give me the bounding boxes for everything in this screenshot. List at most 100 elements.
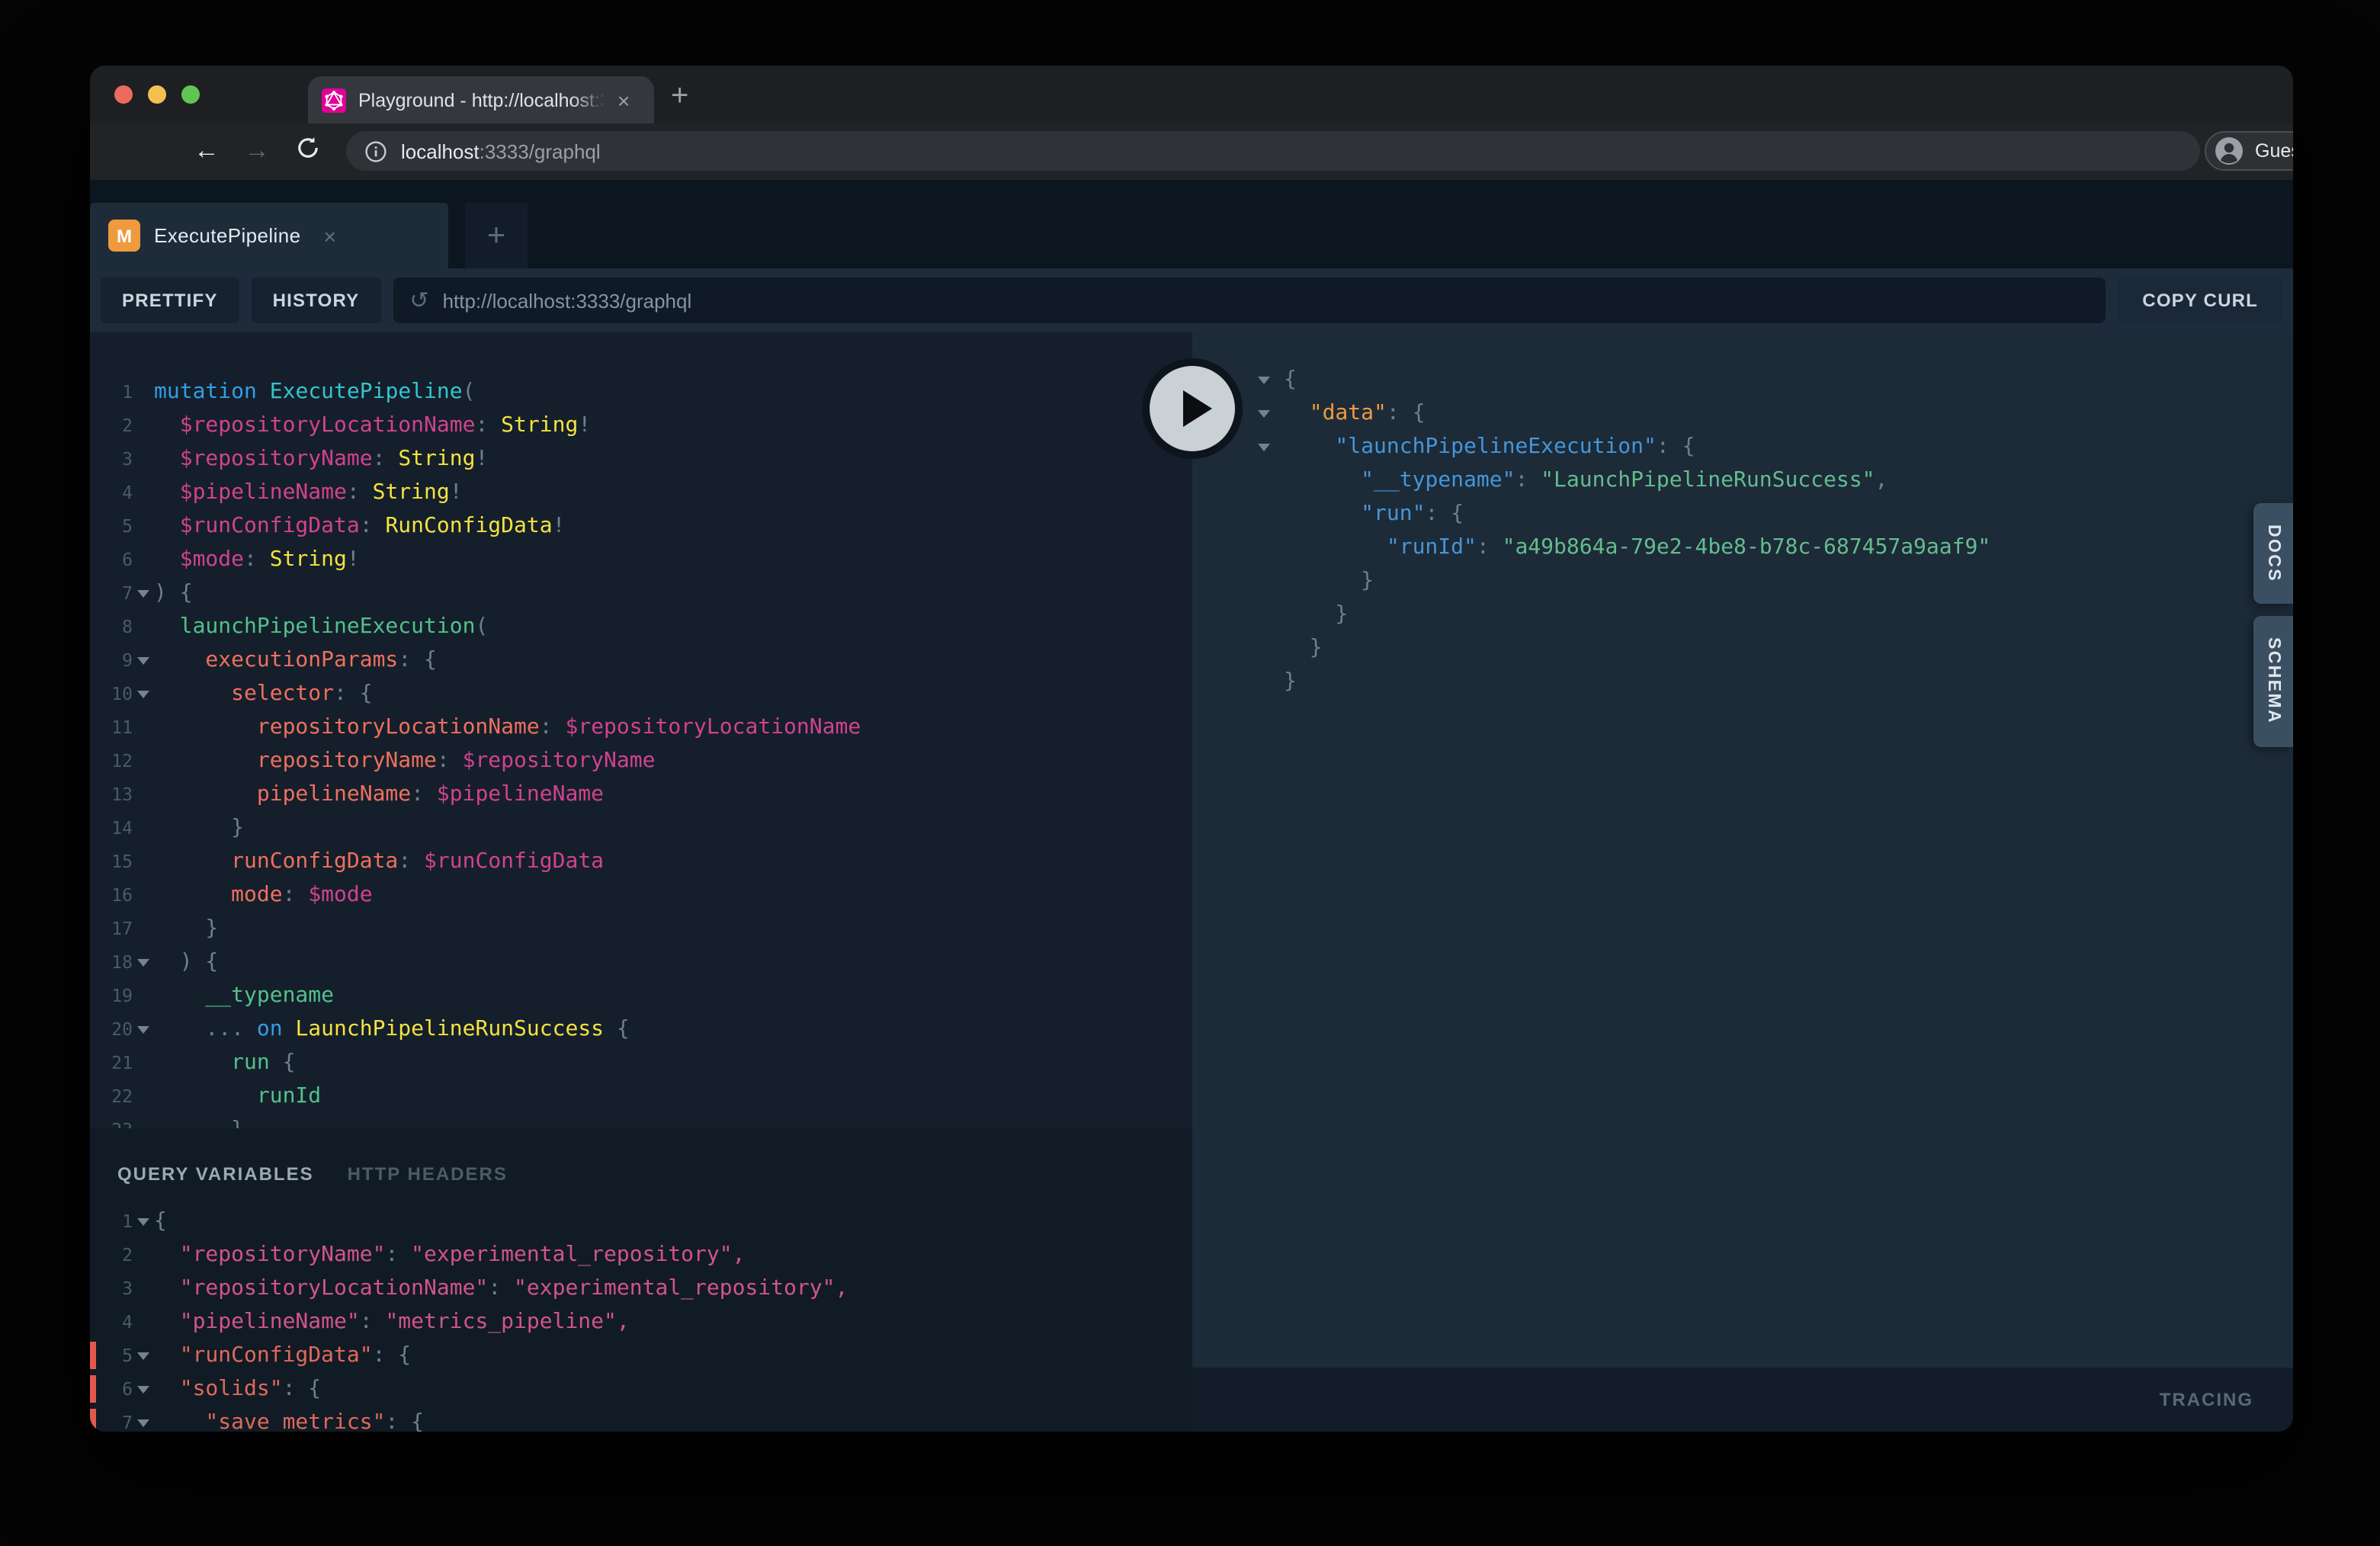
fold-arrow-icon[interactable] — [133, 1339, 154, 1372]
code-line[interactable]: 6 "solids": { — [102, 1372, 1192, 1406]
history-button[interactable]: HISTORY — [252, 277, 381, 323]
code-line[interactable]: 11 repositoryLocationName: $repositoryLo… — [102, 710, 1192, 744]
code-line[interactable]: 4 $pipelineName: String! — [102, 476, 1192, 509]
browser-new-tab-button[interactable]: + — [671, 79, 688, 114]
code-line[interactable]: 17 } — [102, 912, 1192, 945]
code-text: mode: $mode — [154, 878, 373, 912]
code-text: "solids": { — [154, 1372, 321, 1406]
code-line[interactable]: 12 repositoryName: $repositoryName — [102, 744, 1192, 778]
code-line[interactable]: 19 __typename — [102, 979, 1192, 1012]
browser-tab[interactable]: Playground - http://localhost:3 × — [308, 76, 654, 123]
endpoint-input[interactable]: ↺ http://localhost:3333/graphql — [393, 277, 2106, 323]
line-number: 21 — [102, 1046, 133, 1079]
back-icon[interactable]: ← — [194, 137, 220, 163]
playground-new-tab-button[interactable]: + — [465, 203, 528, 268]
code-line[interactable]: 2 "repositoryName": "experimental_reposi… — [102, 1238, 1192, 1272]
code-line[interactable]: 3 $repositoryName: String! — [102, 442, 1192, 476]
fold-arrow-icon[interactable] — [1253, 430, 1284, 463]
line-number: 16 — [102, 878, 133, 912]
line-number: 22 — [102, 1079, 133, 1113]
code-line[interactable]: 15 runConfigData: $runConfigData — [102, 845, 1192, 878]
code-line[interactable]: 22 runId — [102, 1079, 1192, 1113]
playground-tab-close-icon[interactable]: × — [323, 223, 335, 248]
schema-side-tab[interactable]: SCHEMA — [2253, 616, 2293, 747]
code-line[interactable]: 23 } — [102, 1113, 1192, 1128]
tab-query-variables[interactable]: QUERY VARIABLES — [117, 1163, 314, 1185]
fold-arrow-icon[interactable] — [133, 945, 154, 979]
reload-schema-icon[interactable]: ↺ — [409, 287, 428, 314]
code-line[interactable]: 7) { — [102, 576, 1192, 610]
fold-gutter — [133, 778, 154, 811]
code-line[interactable]: 8 launchPipelineExecution( — [102, 610, 1192, 643]
fold-arrow-icon[interactable] — [133, 677, 154, 710]
line-number: 12 — [102, 744, 133, 778]
code-text: $mode: String! — [154, 543, 360, 576]
line-number: 3 — [102, 1272, 133, 1305]
site-info-icon[interactable] — [364, 140, 387, 162]
url-bar[interactable]: localhost:3333/graphql — [346, 131, 2200, 171]
code-line[interactable]: 13 pipelineName: $pipelineName — [102, 778, 1192, 811]
tracing-bar[interactable]: TRACING — [1192, 1368, 2293, 1432]
docs-side-tab[interactable]: DOCS — [2253, 503, 2293, 604]
code-line[interactable]: 9 executionParams: { — [102, 643, 1192, 677]
fold-arrow-icon[interactable] — [1253, 396, 1284, 430]
code-line[interactable]: 2 $repositoryLocationName: String! — [102, 409, 1192, 442]
code-line[interactable]: 5 $runConfigData: RunConfigData! — [102, 509, 1192, 543]
url-text: localhost:3333/graphql — [401, 140, 601, 162]
code-line[interactable]: 6 $mode: String! — [102, 543, 1192, 576]
code-line: "__typename": "LaunchPipelineRunSuccess"… — [1253, 463, 2293, 497]
fold-arrow-icon[interactable] — [133, 576, 154, 610]
line-number: 7 — [102, 576, 133, 610]
code-text: repositoryLocationName: $repositoryLocat… — [154, 710, 861, 744]
code-text: "repositoryName": "experimental_reposito… — [154, 1238, 745, 1272]
code-text: launchPipelineExecution( — [154, 610, 488, 643]
code-line[interactable]: 21 run { — [102, 1046, 1192, 1079]
code-line[interactable]: 18 ) { — [102, 945, 1192, 979]
playground-tab-title: ExecutePipeline — [154, 224, 300, 247]
line-number: 23 — [102, 1113, 133, 1128]
code-text: "repositoryLocationName": "experimental_… — [154, 1272, 848, 1305]
line-number: 3 — [102, 442, 133, 476]
line-number: 8 — [102, 610, 133, 643]
fold-gutter — [133, 543, 154, 576]
line-number: 9 — [102, 643, 133, 677]
code-text: mutation ExecutePipeline( — [154, 375, 476, 409]
profile-button[interactable]: Guest — [2205, 131, 2293, 171]
code-text: "pipelineName": "metrics_pipeline", — [154, 1305, 630, 1339]
fold-arrow-icon[interactable] — [133, 1204, 154, 1238]
fold-arrow-icon[interactable] — [133, 1372, 154, 1406]
playground-tab-executepipeline[interactable]: M ExecutePipeline × — [90, 203, 448, 268]
code-line[interactable]: 3 "repositoryLocationName": "experimenta… — [102, 1272, 1192, 1305]
fold-arrow-icon[interactable] — [133, 1406, 154, 1432]
fold-arrow-icon[interactable] — [1253, 363, 1284, 396]
reload-icon[interactable] — [296, 136, 320, 160]
query-editor[interactable]: 1mutation ExecutePipeline(2 $repositoryL… — [90, 332, 1192, 1128]
variables-editor[interactable]: 1{2 "repositoryName": "experimental_repo… — [90, 1185, 1192, 1432]
execute-button[interactable] — [1142, 358, 1243, 459]
code-line[interactable]: 1mutation ExecutePipeline( — [102, 375, 1192, 409]
tab-http-headers[interactable]: HTTP HEADERS — [348, 1163, 508, 1185]
code-line[interactable]: 10 selector: { — [102, 677, 1192, 710]
url-path: :3333/graphql — [480, 140, 601, 162]
forward-icon[interactable]: → — [244, 137, 270, 163]
fold-gutter — [133, 375, 154, 409]
code-line[interactable]: 1{ — [102, 1204, 1192, 1238]
prettify-button[interactable]: PRETTIFY — [101, 277, 239, 323]
minimize-window-button[interactable] — [148, 85, 166, 104]
code-line[interactable]: 5 "runConfigData": { — [102, 1339, 1192, 1372]
copy-curl-button[interactable]: COPY CURL — [2118, 277, 2282, 323]
code-line[interactable]: 20 ... on LaunchPipelineRunSuccess { — [102, 1012, 1192, 1046]
close-window-button[interactable] — [114, 85, 133, 104]
code-line[interactable]: 7 "save_metrics": { — [102, 1406, 1192, 1432]
zoom-window-button[interactable] — [181, 85, 200, 104]
browser-tab-close-icon[interactable]: × — [617, 89, 630, 111]
code-line[interactable]: 16 mode: $mode — [102, 878, 1192, 912]
query-pane: 1mutation ExecutePipeline(2 $repositoryL… — [90, 332, 1192, 1432]
fold-arrow-icon[interactable] — [133, 643, 154, 677]
code-line[interactable]: 14 } — [102, 811, 1192, 845]
fold-arrow-icon[interactable] — [133, 1012, 154, 1046]
code-text: "launchPipelineExecution": { — [1284, 430, 1695, 463]
fold-gutter — [133, 1113, 154, 1128]
code-line[interactable]: 4 "pipelineName": "metrics_pipeline", — [102, 1305, 1192, 1339]
profile-label: Guest — [2255, 140, 2293, 162]
